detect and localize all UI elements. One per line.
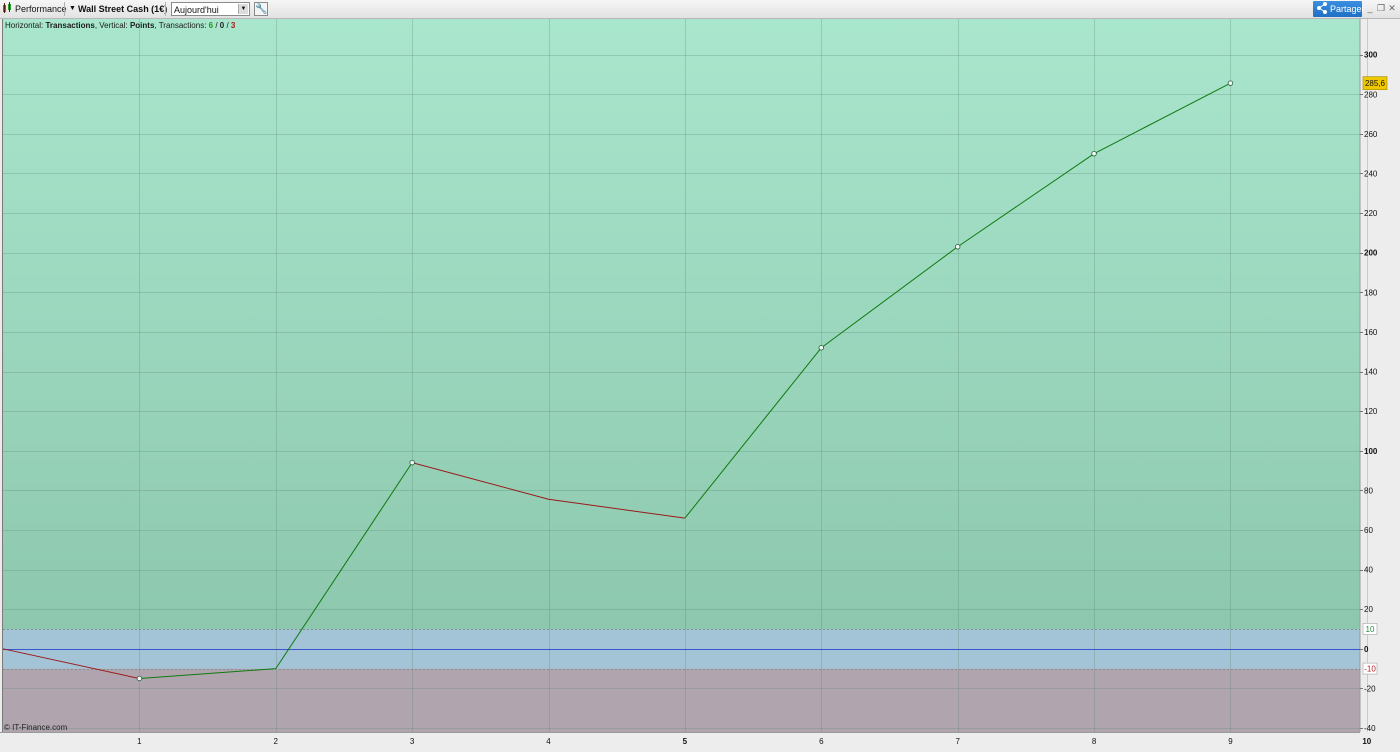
negative-zone <box>3 668 1360 732</box>
y-tick-label: 120 <box>1364 407 1378 416</box>
share-button[interactable]: Partager <box>1313 1 1365 17</box>
y-tick-label: 300 <box>1364 51 1378 60</box>
instrument-selector[interactable]: Wall Street Cash (1€) <box>78 2 167 16</box>
y-tick-label: -20 <box>1364 684 1376 693</box>
info-horizontal-value: Transactions <box>45 21 95 30</box>
band-label: -10 <box>1364 665 1376 674</box>
y-tick-label: 280 <box>1364 90 1378 99</box>
info-horizontal-prefix: Horizontal: <box>5 21 46 30</box>
y-tick-label: 0 <box>1364 645 1369 654</box>
y-tick-label: 180 <box>1364 288 1378 297</box>
x-tick-label: 4 <box>546 737 551 746</box>
toolbar: Performance ▼ Wall Street Cash (1€) Aujo… <box>0 0 1400 19</box>
positive-zone <box>3 19 1360 630</box>
period-select[interactable]: Aujourd'hui ▼ <box>171 2 250 16</box>
equity-point <box>1227 80 1234 86</box>
copyright-label: © IT-Finance.com <box>4 723 68 732</box>
x-tick-label: 7 <box>955 737 960 746</box>
equity-point <box>818 345 824 351</box>
share-icon <box>1316 1 1328 21</box>
info-vertical-prefix: , Vertical: <box>94 21 130 30</box>
equity-point <box>409 459 415 466</box>
info-transactions-prefix: , Transactions: <box>154 21 209 30</box>
y-tick-label: 140 <box>1364 368 1378 377</box>
info-slash: / <box>213 21 220 30</box>
y-tick-label: 240 <box>1364 169 1378 178</box>
minimize-icon[interactable]: _ <box>1365 2 1375 14</box>
chart-svg[interactable]: -40 -20 0 20 40 60 80 100 120 140 160 180 200 220 240 2… <box>0 19 1400 752</box>
y-tick-label: 200 <box>1364 249 1378 258</box>
y-tick-label: 220 <box>1364 209 1378 218</box>
x-axis-panel <box>0 732 1360 752</box>
equity-point <box>1091 150 1097 157</box>
share-button-label: Partager <box>1330 4 1365 14</box>
info-slash: / <box>224 21 231 30</box>
info-losing-count: 3 <box>230 21 236 30</box>
period-select-value: Aujourd'hui <box>174 5 219 15</box>
x-tick-label: 6 <box>819 737 824 746</box>
restore-icon[interactable]: ❐ <box>1376 2 1386 14</box>
close-icon[interactable]: ✕ <box>1387 2 1397 14</box>
band-label: 10 <box>1366 625 1375 634</box>
performance-window: Performance ▼ Wall Street Cash (1€) Aujo… <box>0 0 1400 752</box>
y-tick-label: 260 <box>1364 130 1378 139</box>
equity-point <box>954 244 961 250</box>
y-tick-label: 20 <box>1364 605 1373 614</box>
x-tick-label: 3 <box>410 737 415 746</box>
x-tick-label: 10 <box>1362 737 1371 746</box>
last-value-label: 285,6 <box>1365 79 1386 88</box>
x-tick-label: 9 <box>1228 737 1233 746</box>
toolbar-separator <box>64 2 65 16</box>
x-tick-label: 8 <box>1092 737 1097 746</box>
x-tick-label: 1 <box>137 737 142 746</box>
panel-label[interactable]: Performance <box>15 2 67 16</box>
equity-point <box>136 675 143 682</box>
x-tick-label: 2 <box>274 737 279 746</box>
performance-chart-icon[interactable] <box>2 2 13 16</box>
y-tick-label: 160 <box>1364 328 1378 337</box>
y-tick-label: -40 <box>1364 724 1376 733</box>
info-vertical-value: Points <box>129 21 155 30</box>
neutral-zone <box>3 629 1360 669</box>
performance-chart[interactable]: -40 -20 0 20 40 60 80 100 120 140 160 180 200 220 240 2… <box>0 19 1400 752</box>
wrench-icon[interactable]: 🔧 <box>254 2 268 16</box>
y-tick-label: 40 <box>1364 566 1373 575</box>
y-tick-label: 100 <box>1364 447 1378 456</box>
chart-info-line: Horizontal: Transactions, Vertical: Poin… <box>5 21 235 30</box>
y-tick-label: 60 <box>1364 526 1373 535</box>
chevron-down-icon[interactable]: ▼ <box>69 2 76 16</box>
toolbar-separator <box>165 2 166 16</box>
chevron-down-icon[interactable]: ▼ <box>238 4 248 14</box>
x-tick-label: 5 <box>683 737 688 746</box>
y-tick-label: 80 <box>1364 486 1373 495</box>
